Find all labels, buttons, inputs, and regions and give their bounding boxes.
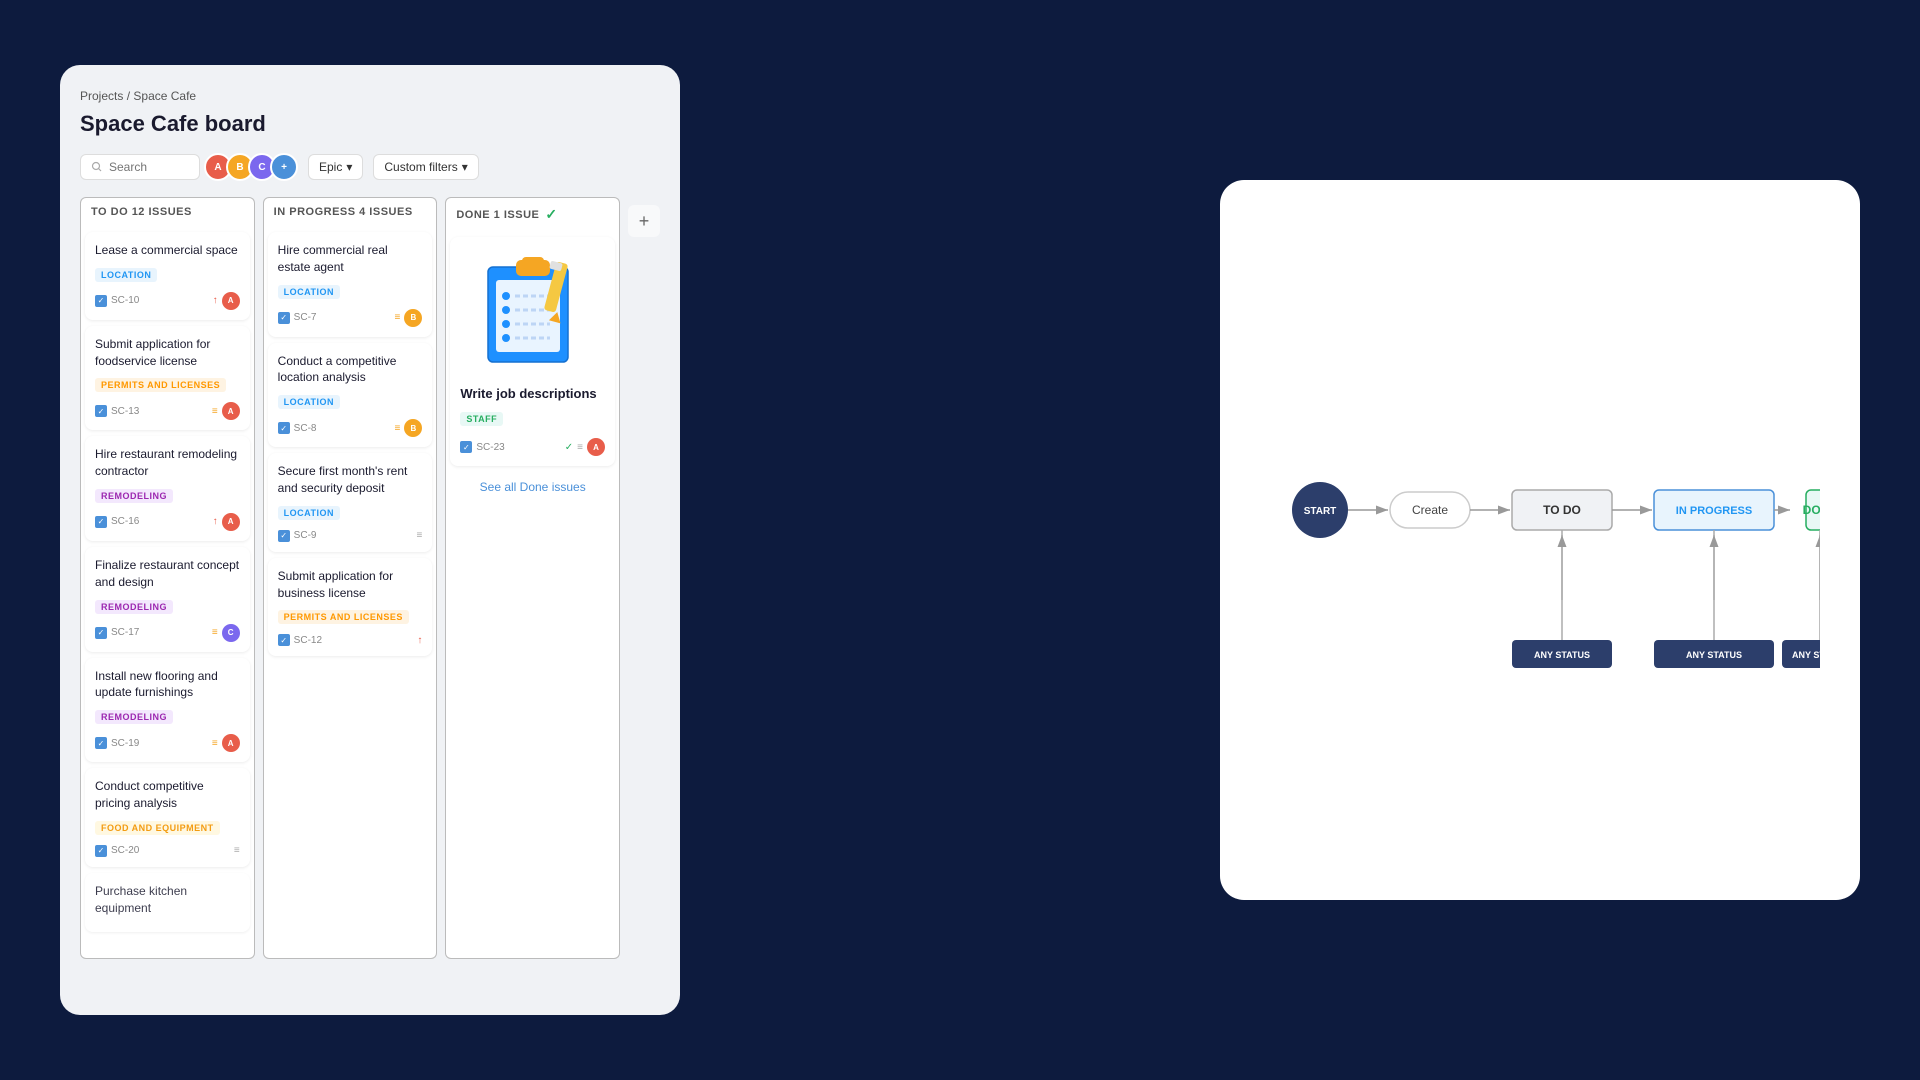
done-label: DONE (1803, 503, 1820, 517)
search-icon (91, 161, 103, 173)
any-status-done-label: ANY STATUS (1792, 650, 1820, 660)
avatar[interactable]: + (270, 153, 298, 181)
card-sc10[interactable]: Lease a commercial space LOCATION SC-10 … (85, 232, 250, 320)
priority-icon: ≡ (395, 423, 401, 434)
priority-icon: ≡ (212, 406, 218, 417)
card-sc21[interactable]: Purchase kitchen equipment (85, 873, 250, 933)
inprogress-column-header: IN PROGRESS 4 ISSUES (263, 197, 438, 226)
assignee-avatar: A (222, 734, 240, 752)
workflow-diagram: START Create TO DO IN PROGRESS DONE (1220, 180, 1860, 900)
assignee-avatar: A (222, 402, 240, 420)
breadcrumb: Projects / Space Cafe (80, 89, 660, 103)
done-column-body: Write job descriptions STAFF SC-23 ✓ ≡ A (445, 231, 620, 959)
any-status-inprogress-label: ANY STATUS (1686, 650, 1742, 660)
todo-label: TO DO (1543, 503, 1581, 517)
create-label: Create (1412, 503, 1448, 517)
done-illustration-card: Write job descriptions STAFF SC-23 ✓ ≡ A (450, 237, 615, 466)
assignee-avatar: B (404, 309, 422, 327)
kanban-board-panel: Projects / Space Cafe Space Cafe board A… (60, 65, 680, 1015)
priority-icon: ↑ (417, 635, 422, 646)
done-column-header: DONE 1 ISSUE ✓ (445, 197, 620, 231)
avatar-group: A B C + (210, 153, 298, 181)
assignee-avatar: A (222, 292, 240, 310)
see-all-done-link[interactable]: See all Done issues (450, 472, 615, 502)
inprogress-column: IN PROGRESS 4 ISSUES Hire commercial rea… (263, 197, 438, 959)
todo-column-header: TO DO 12 ISSUES (80, 197, 255, 226)
start-label: START (1304, 506, 1337, 517)
done-check-icon: ✓ (565, 442, 573, 453)
priority-icon: ↑ (213, 295, 218, 306)
inprogress-column-body: Hire commercial real estate agent LOCATI… (263, 226, 438, 959)
add-column-button[interactable]: + (628, 205, 660, 237)
priority-icon: ≡ (395, 312, 401, 323)
card-sc9[interactable]: Secure first month's rent and security d… (268, 453, 433, 552)
card-sc8[interactable]: Conduct a competitive location analysis … (268, 343, 433, 448)
toolbar: A B C + Epic ▾ Custom filters ▾ (80, 153, 660, 181)
card-sc12[interactable]: Submit application for business license … (268, 558, 433, 657)
search-input[interactable] (109, 160, 189, 174)
columns-container: TO DO 12 ISSUES Lease a commercial space… (80, 197, 660, 959)
card-sc13[interactable]: Submit application for foodservice licen… (85, 326, 250, 431)
workflow-panel: START Create TO DO IN PROGRESS DONE (1220, 180, 1860, 900)
inprogress-label: IN PROGRESS (1676, 505, 1752, 517)
custom-filters-button[interactable]: Custom filters ▾ (373, 154, 478, 180)
card-sc16[interactable]: Hire restaurant remodeling contractor RE… (85, 436, 250, 541)
any-status-todo-label: ANY STATUS (1534, 650, 1590, 660)
assignee-avatar: A (222, 513, 240, 531)
priority-icon: ≡ (234, 845, 240, 856)
assignee-avatar: B (404, 419, 422, 437)
card-sc7[interactable]: Hire commercial real estate agent LOCATI… (268, 232, 433, 337)
done-column: DONE 1 ISSUE ✓ (445, 197, 620, 959)
priority-icon: ≡ (212, 738, 218, 749)
priority-icon: ↑ (213, 516, 218, 527)
card-sc20[interactable]: Conduct competitive pricing analysis FOO… (85, 768, 250, 867)
priority-icon: ≡ (212, 627, 218, 638)
priority-icon: ≡ (577, 442, 583, 453)
board-title: Space Cafe board (80, 111, 660, 137)
search-box[interactable] (80, 154, 200, 180)
epic-filter-button[interactable]: Epic ▾ (308, 154, 363, 180)
done-check-icon: ✓ (545, 206, 557, 223)
card-sc19[interactable]: Install new flooring and update furnishi… (85, 658, 250, 763)
priority-icon: ≡ (417, 530, 423, 541)
workflow-svg: START Create TO DO IN PROGRESS DONE (1260, 340, 1820, 740)
clipboard-illustration (460, 247, 605, 377)
card-sc17[interactable]: Finalize restaurant concept and design R… (85, 547, 250, 652)
assignee-avatar: A (587, 438, 605, 456)
assignee-avatar: C (222, 624, 240, 642)
todo-column: TO DO 12 ISSUES Lease a commercial space… (80, 197, 255, 959)
todo-column-body: Lease a commercial space LOCATION SC-10 … (80, 226, 255, 959)
